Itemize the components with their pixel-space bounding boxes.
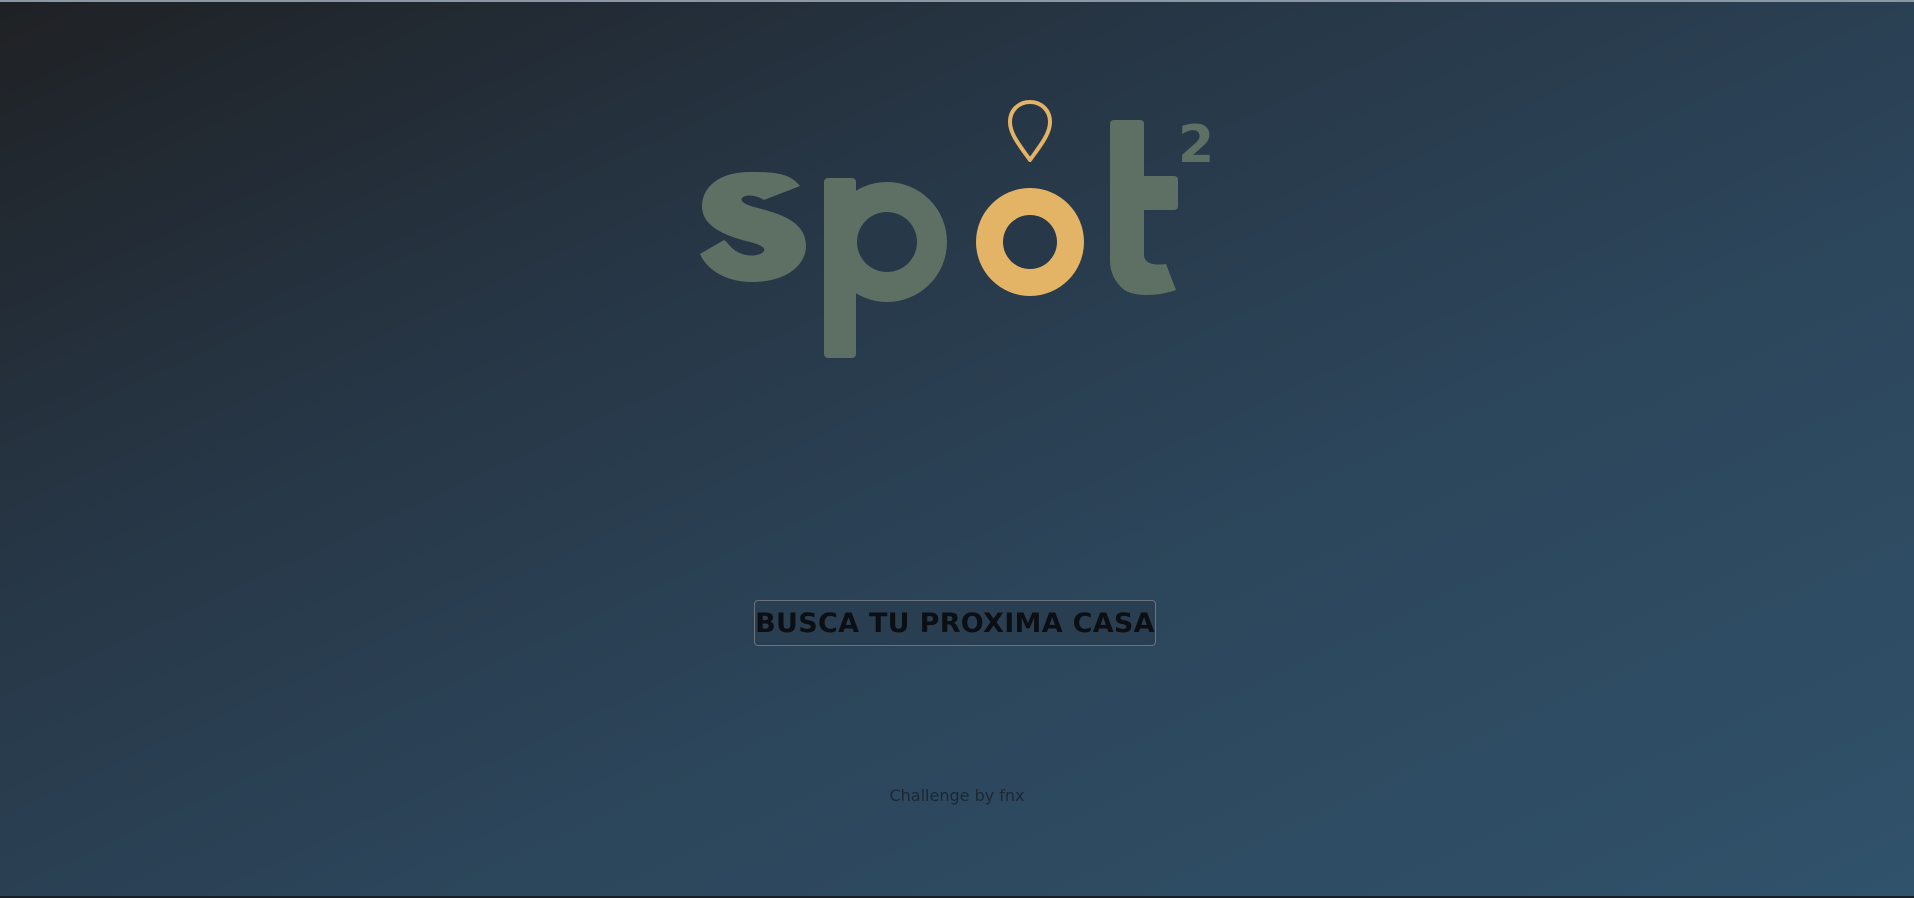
logo-letter-o xyxy=(976,188,1084,296)
svg-text:2: 2 xyxy=(1178,115,1214,175)
map-pin-icon xyxy=(1008,100,1052,162)
footer-credit: Challenge by fnx xyxy=(889,786,1025,805)
logo-letter-p xyxy=(824,178,947,358)
search-home-button[interactable]: BUSCA TU PROXIMA CASA xyxy=(754,600,1156,646)
brand-logo: 2 xyxy=(700,100,1214,358)
logo-superscript: 2 xyxy=(1178,115,1214,175)
logo-letter-t xyxy=(1110,120,1178,295)
logo-letter-s xyxy=(700,172,806,282)
top-border xyxy=(0,0,1914,2)
